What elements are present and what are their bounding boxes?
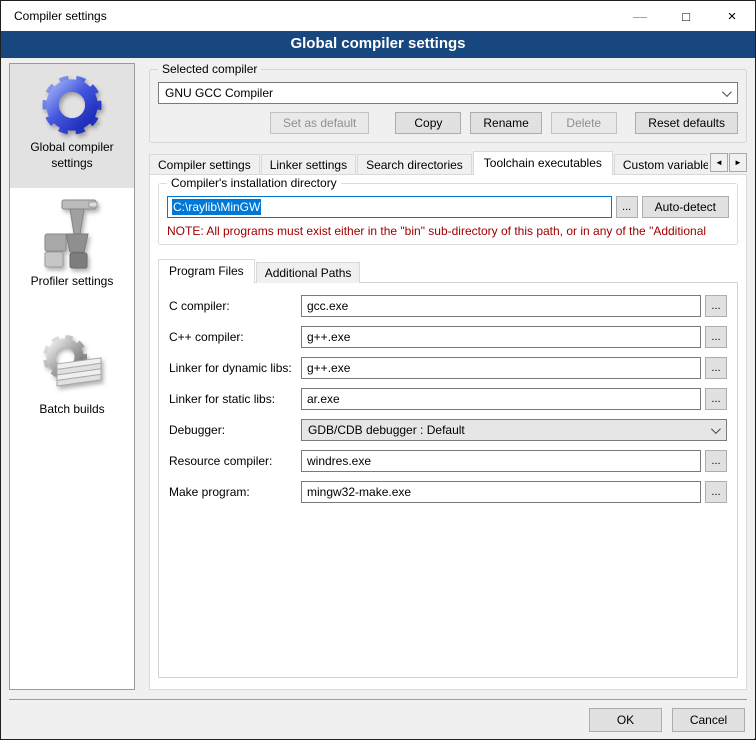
sidebar-item-label: Global compiler settings <box>12 140 132 171</box>
ok-button[interactable]: OK <box>589 708 662 732</box>
cancel-button[interactable]: Cancel <box>672 708 745 732</box>
make-program-input[interactable] <box>301 481 701 503</box>
compiler-buttons-row: Set as default Copy Rename Delete Reset … <box>158 112 738 134</box>
compiler-settings-dialog: Compiler settings — □ × Global compiler … <box>0 0 756 740</box>
cpp-compiler-browse-button[interactable]: ... <box>705 326 727 348</box>
make-program-browse-button[interactable]: ... <box>705 481 727 503</box>
minimize-icon: — <box>633 8 647 24</box>
programs-subnotebook: Program Files Additional Paths C compile… <box>158 259 738 678</box>
cpp-compiler-label: C++ compiler: <box>169 330 301 344</box>
footer-buttons: OK Cancel <box>589 708 745 732</box>
sub-tab-strip: Program Files Additional Paths <box>158 259 738 283</box>
debugger-select-value: GDB/CDB debugger : Default <box>308 423 465 437</box>
resize-grip-icon[interactable] <box>750 734 752 736</box>
compiler-select[interactable]: GNU GCC Compiler <box>158 82 738 104</box>
copy-button[interactable]: Copy <box>395 112 461 134</box>
chevron-down-icon <box>711 424 721 434</box>
tab-scroll-right-button[interactable]: ► <box>729 153 747 172</box>
settings-sidebar: Global compiler settings Profiler settin… <box>9 63 135 690</box>
set-as-default-button[interactable]: Set as default <box>270 112 369 134</box>
sidebar-item-profiler-settings[interactable]: Profiler settings <box>10 190 134 298</box>
debugger-select[interactable]: GDB/CDB debugger : Default <box>301 419 727 441</box>
reset-defaults-button[interactable]: Reset defaults <box>635 112 738 134</box>
c-compiler-browse-button[interactable]: ... <box>705 295 727 317</box>
dynamic-linker-input[interactable] <box>301 357 701 379</box>
close-button[interactable]: × <box>709 1 755 31</box>
maximize-icon: □ <box>682 9 690 24</box>
make-program-row: Make program: ... <box>169 481 727 503</box>
c-compiler-label: C compiler: <box>169 299 301 313</box>
window-controls: — □ × <box>617 1 755 31</box>
installation-directory-label: Compiler's installation directory <box>167 176 341 190</box>
static-linker-label: Linker for static libs: <box>169 392 301 406</box>
tabs-scroll-area: Compiler settings Linker settings Search… <box>149 151 708 175</box>
install-dir-input[interactable]: C:\raylib\MinGW <box>167 196 612 218</box>
footer-divider <box>9 699 747 700</box>
static-linker-browse-button[interactable]: ... <box>705 388 727 410</box>
dynamic-linker-browse-button[interactable]: ... <box>705 357 727 379</box>
sidebar-item-global-compiler-settings[interactable]: Global compiler settings <box>10 64 134 188</box>
subtab-program-files[interactable]: Program Files <box>158 259 255 283</box>
resource-compiler-browse-button[interactable]: ... <box>705 450 727 472</box>
subtab-additional-paths[interactable]: Additional Paths <box>256 262 361 283</box>
resource-compiler-input[interactable] <box>301 450 701 472</box>
arrow-left-icon: ◄ <box>715 158 723 167</box>
profiler-caliper-icon <box>12 198 132 270</box>
close-icon: × <box>728 8 737 25</box>
tab-scroll-buttons: ◄ ► <box>710 153 747 172</box>
tab-strip: Compiler settings Linker settings Search… <box>149 151 747 175</box>
chevron-down-icon <box>722 87 732 97</box>
gray-gear-stack-icon <box>12 332 132 398</box>
compiler-select-value: GNU GCC Compiler <box>165 86 273 100</box>
installation-directory-row: C:\raylib\MinGW ... Auto-detect <box>167 196 729 218</box>
sidebar-item-label: Batch builds <box>12 402 132 418</box>
cpp-compiler-input[interactable] <box>301 326 701 348</box>
tab-toolchain-executables[interactable]: Toolchain executables <box>473 151 613 175</box>
tab-search-directories[interactable]: Search directories <box>357 154 472 175</box>
static-linker-input[interactable] <box>301 388 701 410</box>
bin-directory-note: NOTE: All programs must exist either in … <box>167 224 729 238</box>
c-compiler-input[interactable] <box>301 295 701 317</box>
sidebar-item-label: Profiler settings <box>12 274 132 290</box>
dynamic-linker-row: Linker for dynamic libs: ... <box>169 357 727 379</box>
auto-detect-button[interactable]: Auto-detect <box>642 196 729 218</box>
debugger-row: Debugger: GDB/CDB debugger : Default <box>169 419 727 441</box>
titlebar: Compiler settings — □ × <box>1 1 755 31</box>
maximize-button[interactable]: □ <box>663 1 709 31</box>
selected-compiler-group: Selected compiler GNU GCC Compiler Set a… <box>149 69 747 143</box>
main-panel: Selected compiler GNU GCC Compiler Set a… <box>149 63 747 690</box>
install-dir-browse-button[interactable]: ... <box>616 196 638 218</box>
window-title: Compiler settings <box>1 9 107 23</box>
delete-button[interactable]: Delete <box>551 112 617 134</box>
make-program-label: Make program: <box>169 485 301 499</box>
tab-scroll-left-button[interactable]: ◄ <box>710 153 728 172</box>
tab-custom-variables[interactable]: Custom variables <box>614 154 708 175</box>
selected-compiler-label: Selected compiler <box>158 62 261 76</box>
arrow-right-icon: ► <box>734 158 742 167</box>
tab-linker-settings[interactable]: Linker settings <box>261 154 356 175</box>
page-title: Global compiler settings <box>1 31 755 58</box>
resource-compiler-row: Resource compiler: ... <box>169 450 727 472</box>
program-files-page: C compiler: ... C++ compiler: ... Linker… <box>158 282 738 678</box>
cpp-compiler-row: C++ compiler: ... <box>169 326 727 348</box>
settings-notebook: Compiler settings Linker settings Search… <box>149 151 747 690</box>
rename-button[interactable]: Rename <box>470 112 541 134</box>
dynamic-linker-label: Linker for dynamic libs: <box>169 361 301 375</box>
blue-gear-icon <box>12 74 132 136</box>
toolchain-executables-page: Compiler's installation directory C:\ray… <box>149 174 747 690</box>
debugger-label: Debugger: <box>169 423 301 437</box>
installation-directory-group: Compiler's installation directory C:\ray… <box>158 183 738 245</box>
tab-compiler-settings[interactable]: Compiler settings <box>149 154 260 175</box>
minimize-button[interactable]: — <box>617 1 663 31</box>
static-linker-row: Linker for static libs: ... <box>169 388 727 410</box>
resource-compiler-label: Resource compiler: <box>169 454 301 468</box>
sidebar-item-batch-builds[interactable]: Batch builds <box>10 324 134 426</box>
install-dir-selected-text: C:\raylib\MinGW <box>172 199 261 215</box>
c-compiler-row: C compiler: ... <box>169 295 727 317</box>
